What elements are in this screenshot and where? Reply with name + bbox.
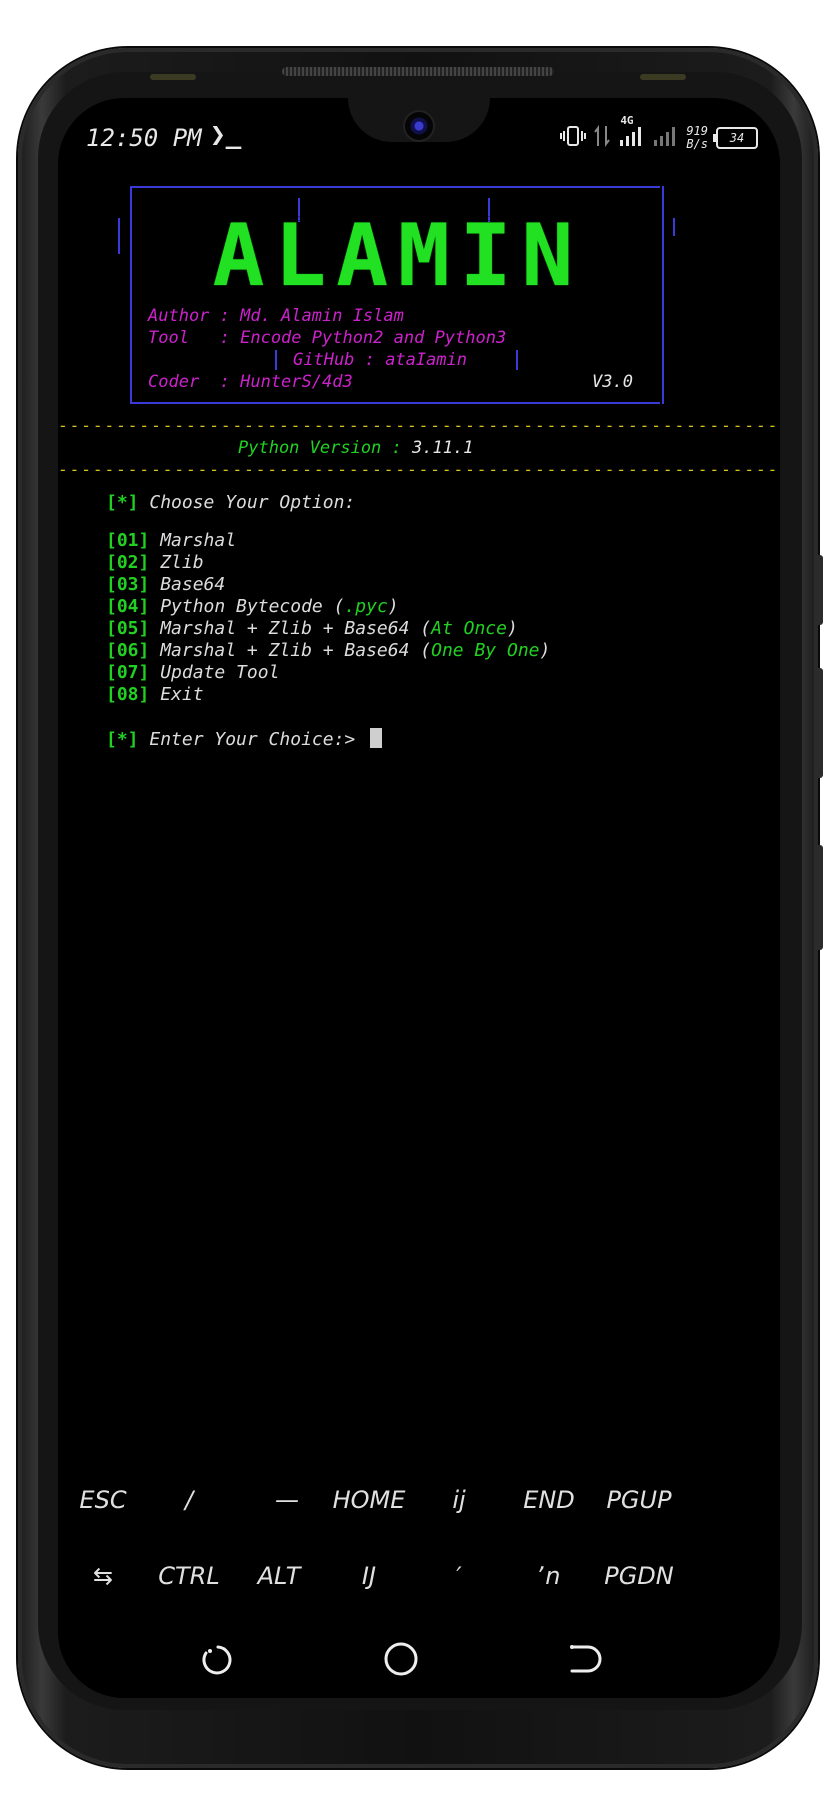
- alamin-logo: ALAMIN: [168, 213, 628, 299]
- key-end[interactable]: END: [504, 1486, 594, 1514]
- banner-deco-right: [673, 218, 675, 236]
- terminal-cursor: [370, 728, 383, 748]
- key-alt[interactable]: ALT: [234, 1562, 324, 1590]
- banner-tool: Tool : Encode Python2 and Python3: [148, 328, 507, 348]
- banner-author: Author : Md. Alamin Islam: [148, 306, 404, 326]
- dashed-separator-top: ----------------------------------------…: [58, 416, 780, 435]
- key-IJ[interactable]: IJ: [324, 1562, 414, 1590]
- github-left-bar: [275, 350, 277, 370]
- earpiece-speaker: [282, 67, 554, 76]
- navigation-bar: [58, 1633, 780, 1693]
- proximity-sensor-right: [640, 74, 686, 80]
- menu-item-zlib[interactable]: [02] Zlib: [106, 552, 204, 574]
- menu-item-at-once[interactable]: [05] Marshal + Zlib + Base64 (At Once): [106, 618, 518, 640]
- key-tab[interactable]: ⇆: [58, 1562, 148, 1590]
- python-version-value: 3.11.1: [412, 438, 474, 458]
- home-icon[interactable]: [381, 1639, 421, 1679]
- banner-coder: Coder : HunterS/4d3: [148, 372, 353, 392]
- key-pgdn[interactable]: PGDN: [594, 1562, 684, 1590]
- power-button[interactable]: [815, 555, 823, 625]
- key-ctrl[interactable]: CTRL: [144, 1562, 234, 1590]
- choice-prompt[interactable]: [*] Enter Your Choice:>: [106, 728, 383, 751]
- back-icon[interactable]: [196, 1639, 236, 1679]
- menu-item-marshal[interactable]: [01] Marshal: [106, 530, 236, 552]
- python-version-label: Python Version : 3.11.1: [238, 438, 474, 458]
- key-pgup[interactable]: PGUP: [594, 1486, 684, 1514]
- volume-down-button[interactable]: [815, 845, 823, 950]
- menu-item-bytecode[interactable]: [04] Python Bytecode (.pyc): [106, 596, 399, 618]
- volume-up-button[interactable]: [815, 668, 823, 778]
- banner-github: GitHub : ataIamin: [293, 350, 467, 370]
- key-ij[interactable]: ij: [414, 1486, 504, 1514]
- menu-item-exit[interactable]: [08] Exit: [106, 684, 204, 706]
- extra-keys-bar: ESC / — HOME ij END PGUP ⇆ CTRL ALT IJ ′…: [58, 1486, 780, 1626]
- proximity-sensor-left: [150, 74, 196, 80]
- banner-version: V3.0: [592, 372, 633, 392]
- menu-item-base64[interactable]: [03] Base64: [106, 574, 225, 596]
- phone-screen: 12:50 PM ❯_ 4G 919 B/s 34 ALAMIN Author …: [58, 98, 780, 1698]
- menu-item-one-by-one[interactable]: [06] Marshal + Zlib + Base64 (One By One…: [106, 640, 550, 662]
- key-dash[interactable]: —: [242, 1486, 332, 1514]
- dashed-separator-bottom: ----------------------------------------…: [58, 460, 780, 479]
- key-slash[interactable]: /: [144, 1486, 234, 1514]
- menu-header: [*] Choose Your Option:: [106, 492, 356, 513]
- banner-deco-left: [118, 218, 120, 254]
- key-home[interactable]: HOME: [324, 1486, 414, 1514]
- recents-icon[interactable]: [564, 1639, 604, 1679]
- banner-bottom-border: [132, 402, 660, 404]
- key-prime[interactable]: ′: [414, 1562, 504, 1590]
- terminal-view[interactable]: ALAMIN Author : Md. Alamin Islam Tool : …: [58, 98, 780, 1428]
- menu-item-update[interactable]: [07] Update Tool: [106, 662, 279, 684]
- key-n-apostrophe[interactable]: ʼn: [504, 1562, 594, 1590]
- banner-top-border: [132, 186, 660, 188]
- key-esc[interactable]: ESC: [58, 1486, 148, 1514]
- github-right-bar: [516, 350, 518, 370]
